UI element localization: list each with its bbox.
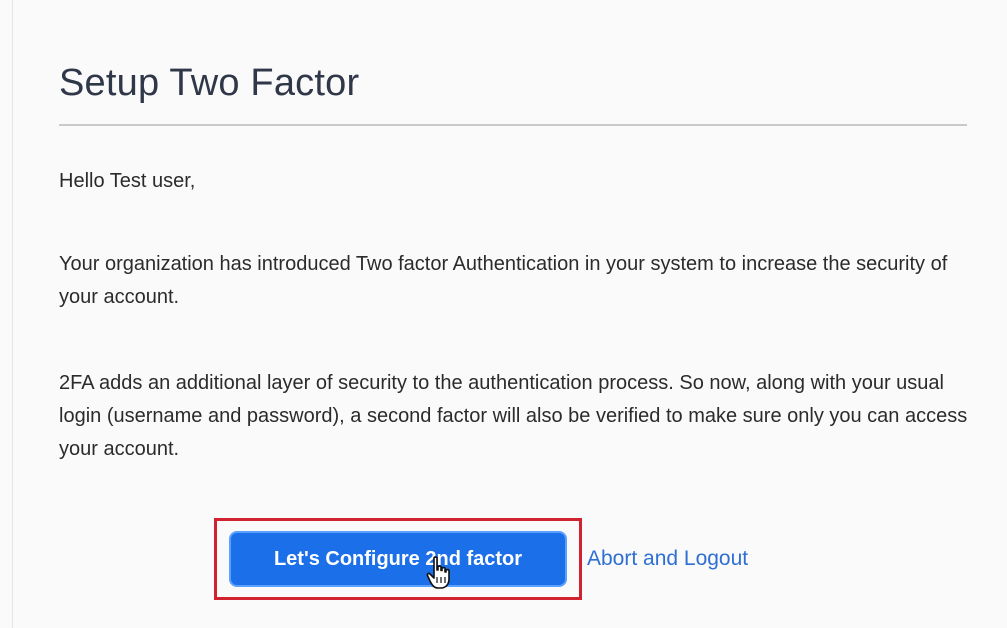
page-title: Setup Two Factor [59, 62, 360, 104]
title-divider [59, 124, 967, 126]
configure-2nd-factor-button[interactable]: Let's Configure 2nd factor [229, 531, 567, 587]
abort-and-logout-link[interactable]: Abort and Logout [587, 544, 748, 574]
greeting-text: Hello Test user, [59, 170, 196, 192]
intro-text: Your organization has introduced Two fac… [59, 253, 948, 308]
window-left-edge [0, 0, 13, 628]
detail-text: 2FA adds an additional layer of security… [59, 372, 968, 460]
hand-pointer-icon [426, 556, 450, 589]
